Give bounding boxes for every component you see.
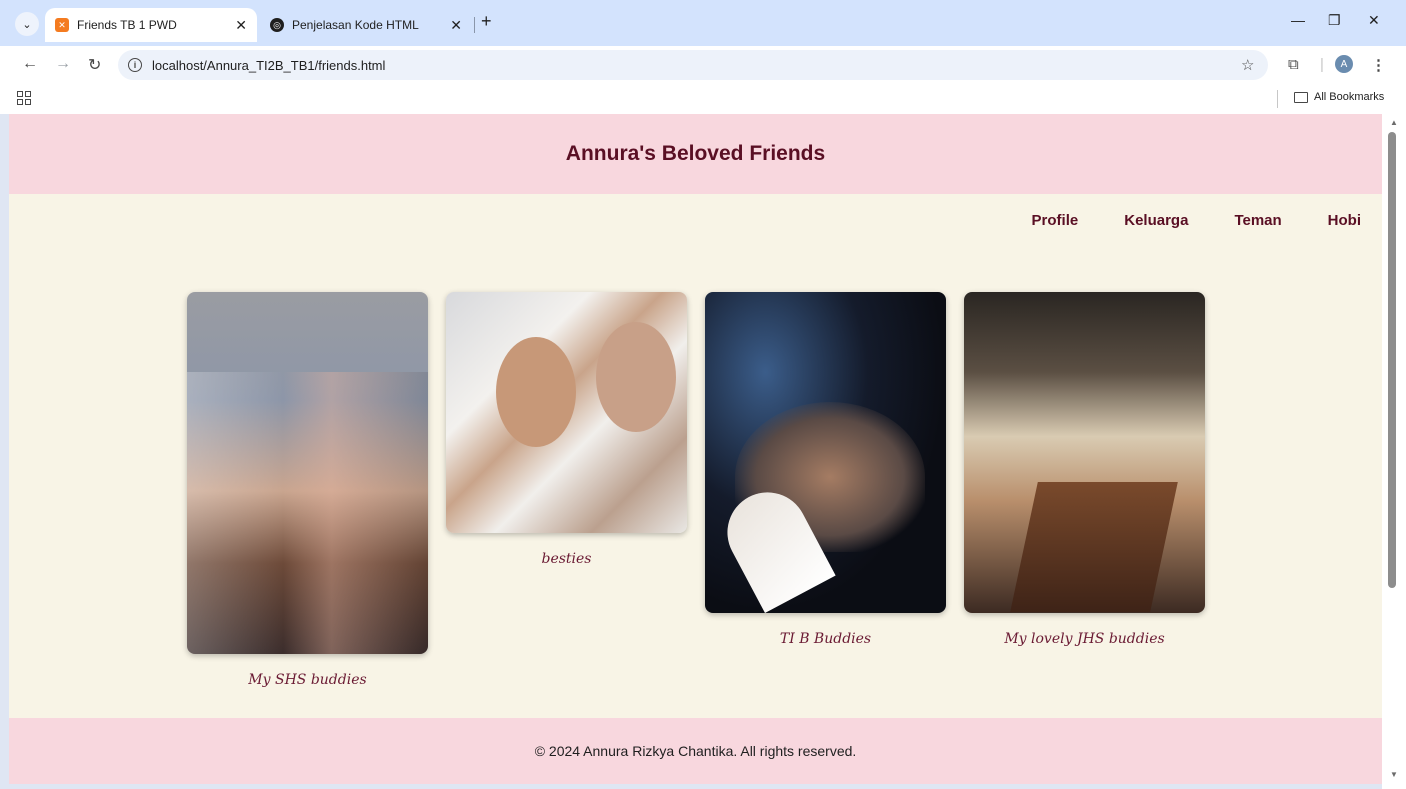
gallery-card: My SHS buddies: [187, 292, 428, 688]
tab-strip: ⌄ ✕ Friends TB 1 PWD ✕ ◎ Penjelasan Kode…: [0, 0, 1406, 46]
photo-caption: My lovely JHS buddies: [1004, 631, 1165, 647]
new-tab-button[interactable]: +: [481, 11, 492, 32]
forward-arrow-icon[interactable]: →: [55, 55, 71, 73]
photo-caption: besties: [541, 551, 592, 567]
browser-toolbar: ← → ↻ i localhost/Annura_TI2B_TB1/friend…: [0, 46, 1406, 84]
tab-friends[interactable]: ✕ Friends TB 1 PWD ✕: [45, 8, 257, 42]
all-bookmarks-label: All Bookmarks: [1314, 91, 1385, 103]
photo-caption: My SHS buddies: [248, 672, 367, 688]
close-tab-icon[interactable]: ✕: [450, 17, 462, 34]
scroll-thumb[interactable]: [1388, 132, 1396, 588]
photo-jhs-buddies[interactable]: [964, 292, 1205, 613]
extensions-icon[interactable]: ⧉: [1288, 56, 1299, 73]
nav-link-keluarga[interactable]: Keluarga: [1124, 212, 1188, 229]
photo-caption: TI B Buddies: [779, 631, 872, 647]
tab-divider: [474, 17, 475, 33]
tab-penjelasan[interactable]: ◎ Penjelasan Kode HTML ✕: [260, 8, 472, 42]
nav-link-profile[interactable]: Profile: [1032, 212, 1079, 229]
folder-icon: [1294, 91, 1308, 103]
gallery-card: My lovely JHS buddies: [964, 292, 1205, 647]
openai-icon: ◎: [270, 18, 284, 32]
site-nav: Profile Keluarga Teman Hobi: [9, 194, 1382, 246]
url-text: localhost/Annura_TI2B_TB1/friends.html: [152, 57, 386, 73]
site-header: Annura's Beloved Friends: [9, 114, 1382, 194]
gallery-card: TI B Buddies: [705, 292, 946, 647]
bookmarks-divider: [1277, 90, 1278, 108]
xampp-icon: ✕: [55, 18, 69, 32]
tab-title: Friends TB 1 PWD: [77, 18, 177, 32]
tab-title: Penjelasan Kode HTML: [292, 18, 419, 32]
scroll-down-icon[interactable]: ▼: [1390, 770, 1398, 779]
footer-copyright: © 2024 Annura Rizkya Chantika. All right…: [534, 743, 857, 759]
close-tab-icon[interactable]: ✕: [235, 17, 247, 34]
site-info-icon[interactable]: i: [128, 58, 142, 72]
nav-link-teman[interactable]: Teman: [1234, 212, 1281, 229]
more-menu-icon[interactable]: ⋮: [1371, 56, 1386, 74]
toolbar-divider: |: [1320, 56, 1324, 73]
photo-gallery: My SHS buddies besties TI B Buddies My l…: [9, 292, 1382, 712]
bookmarks-bar: All Bookmarks: [0, 84, 1406, 114]
profile-avatar[interactable]: A: [1335, 55, 1353, 73]
tab-search-button[interactable]: ⌄: [15, 12, 39, 36]
reload-icon[interactable]: ↻: [88, 55, 101, 75]
nav-link-hobi[interactable]: Hobi: [1328, 212, 1361, 229]
gallery-card: besties: [446, 292, 687, 567]
restore-icon[interactable]: ❐: [1328, 12, 1341, 29]
scroll-up-icon[interactable]: ▲: [1390, 118, 1398, 127]
back-arrow-icon[interactable]: ←: [22, 55, 38, 73]
page-title: Annura's Beloved Friends: [565, 142, 826, 165]
page-scrollbar[interactable]: ▲ ▼: [1382, 114, 1406, 789]
photo-shs-buddies[interactable]: [187, 292, 428, 654]
bookmark-star-icon[interactable]: ☆: [1241, 56, 1254, 74]
photo-ti-b-buddies[interactable]: [705, 292, 946, 613]
address-bar[interactable]: i localhost/Annura_TI2B_TB1/friends.html: [118, 50, 1268, 80]
apps-grid-icon[interactable]: [17, 91, 31, 105]
minimize-icon[interactable]: —: [1291, 12, 1305, 28]
all-bookmarks-button[interactable]: All Bookmarks: [1294, 91, 1384, 103]
close-window-icon[interactable]: ✕: [1368, 12, 1380, 29]
chevron-down-icon: ⌄: [22, 18, 32, 31]
photo-besties[interactable]: [446, 292, 687, 533]
site-footer: © 2024 Annura Rizkya Chantika. All right…: [9, 718, 1382, 784]
page-viewport: Annura's Beloved Friends Profile Keluarg…: [9, 114, 1382, 784]
